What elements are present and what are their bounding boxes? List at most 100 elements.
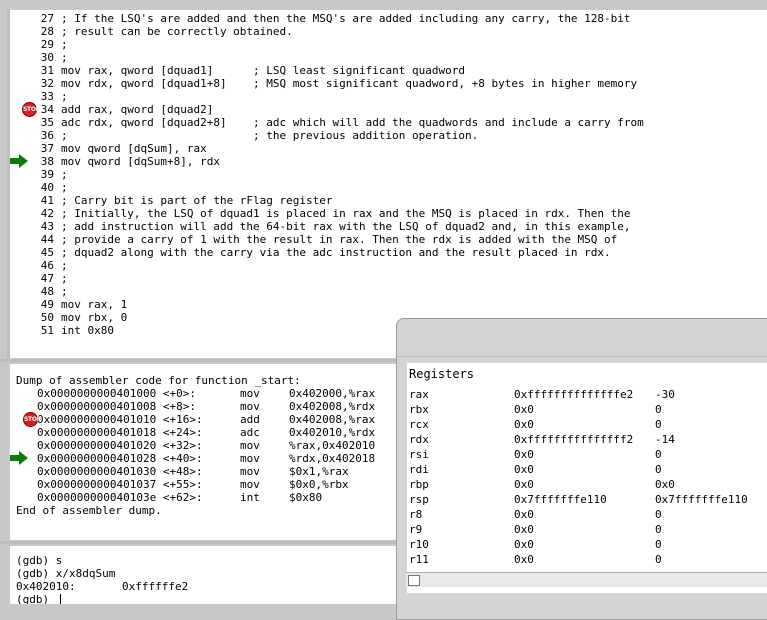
registers-titlebar[interactable] — [397, 319, 767, 357]
disasm-row[interactable]: 0x000000000040103e <+62>: int $0x80 — [10, 491, 396, 504]
disasm-row[interactable]: 0x0000000000401037 <+55>: mov $0x0,%rbx — [10, 478, 396, 491]
disasm-address: 0x0000000000401030 <+48>: — [37, 465, 203, 478]
source-line[interactable]: 42 ; Initially, the LSQ of dquad1 is plac… — [10, 207, 767, 220]
register-value: 0 — [655, 538, 662, 551]
line-number: 47 — [40, 272, 54, 285]
disasm-opcode: mov — [240, 452, 260, 465]
line-number: 49 — [40, 298, 54, 311]
disasm-operands: $0x0,%rbx — [289, 478, 349, 491]
register-row: rdi 0x0 0 — [409, 462, 767, 477]
source-code: ; — [61, 181, 68, 194]
stop-sign-icon[interactable]: STOP — [23, 412, 41, 427]
register-row: rax 0xffffffffffffffe2 -30 — [409, 387, 767, 402]
disasm-operands: %rax,0x402010 — [289, 439, 376, 452]
source-code: ; — [61, 272, 68, 285]
source-code: ; — [61, 259, 68, 272]
source-line[interactable]: 33; — [10, 90, 767, 103]
source-line[interactable]: 37 mov qword [dqSum], rax — [10, 142, 767, 155]
source-code: ; — [61, 38, 68, 51]
disasm-row[interactable]: 0x0000000000401010 <+16>: add 0x402008,%ra… — [10, 413, 396, 426]
disasm-header: Dump of assembler code for function _sta… — [16, 374, 301, 387]
source-line[interactable]: 39; — [10, 168, 767, 181]
source-line[interactable]: 43 ; add instruction will add the 64-bit … — [10, 220, 767, 233]
source-line[interactable]: 34 add rax, qword [dquad2] — [10, 103, 767, 116]
source-code: int 0x80 — [61, 324, 114, 337]
source-line[interactable]: 35 adc rdx, qword [dquad2+8] ; adc which … — [10, 116, 767, 129]
line-number: 51 — [40, 324, 54, 337]
register-hex: 0x0 — [514, 508, 534, 521]
register-name: rdi — [409, 463, 429, 476]
source-line[interactable]: 27 ; If the LSQ's are added and then the … — [10, 12, 767, 25]
source-line[interactable]: 36 ; ; the previous addition operation. — [10, 129, 767, 142]
gdb-console[interactable]: (gdb) s (gdb) x/x8dqSum 0x402010: 0xffffff… — [10, 546, 396, 604]
source-line[interactable]: 30; — [10, 51, 767, 64]
disasm-operands: 0x402010,%rdx — [289, 426, 376, 439]
register-row: rcx 0x0 0 — [409, 417, 767, 432]
source-line[interactable]: 31 mov rax, qword [dquad1] ; LSQ least si… — [10, 64, 767, 77]
source-pane[interactable]: 27 ; If the LSQ's are added and then the … — [10, 10, 767, 358]
disasm-operands: 0x402000,%rax — [289, 387, 376, 400]
source-line[interactable]: 32 mov rdx, qword [dquad1+8] ; MSQ most s… — [10, 77, 767, 90]
console-line: (gdb) — [16, 593, 56, 604]
disasm-row[interactable]: 0x0000000000401020 <+32>: mov %rax,0x40201… — [10, 439, 396, 452]
source-line[interactable]: 28 ; result can be correctly obtained. — [10, 25, 767, 38]
line-number: 33 — [40, 90, 54, 103]
register-row: rbp 0x0 0x0 — [409, 477, 767, 492]
source-line[interactable]: 47; — [10, 272, 767, 285]
disasm-address: 0x0000000000401028 <+40>: — [37, 452, 203, 465]
line-number: 39 — [40, 168, 54, 181]
source-code: ; — [61, 285, 68, 298]
line-number: 46 — [40, 259, 54, 272]
source-line[interactable]: 45 ; dquad2 along with the carry via the … — [10, 246, 767, 259]
source-line[interactable]: 49 mov rax, 1 — [10, 298, 767, 311]
line-number: 45 — [40, 246, 54, 259]
disasm-console-divider[interactable] — [0, 541, 396, 544]
register-hex: 0x7fffffffe110 — [514, 493, 607, 506]
register-hex: 0x0 — [514, 448, 534, 461]
line-number: 27 — [40, 12, 54, 25]
source-code: ; add instruction will add the 64-bit ra… — [61, 220, 631, 233]
source-code: ; provide a carry of 1 with the result i… — [61, 233, 618, 246]
disasm-opcode: mov — [240, 439, 260, 452]
disasm-footer: End of assembler dump. — [16, 504, 162, 517]
disasm-operands: 0x402008,%rdx — [289, 400, 376, 413]
register-name: rax — [409, 388, 429, 401]
source-code: mov qword [dqSum], rax — [61, 142, 207, 155]
source-line[interactable]: 48; — [10, 285, 767, 298]
disasm-opcode: mov — [240, 478, 260, 491]
register-value: -30 — [655, 388, 675, 401]
source-line[interactable]: 40; — [10, 181, 767, 194]
source-line[interactable]: 41 ; Carry bit is part of the rFlag regis… — [10, 194, 767, 207]
disasm-address: 0x0000000000401010 <+16>: — [37, 413, 203, 426]
disasm-operands: $0x1,%rax — [289, 465, 349, 478]
disasm-row[interactable]: 0x0000000000401030 <+48>: mov $0x1,%rax — [10, 465, 396, 478]
disassembly-pane[interactable]: Dump of assembler code for function _sta… — [10, 364, 396, 540]
source-line[interactable]: 46; — [10, 259, 767, 272]
disasm-row[interactable]: 0x0000000000401018 <+24>: adc 0x402010,%rd… — [10, 426, 396, 439]
line-number: 36 — [40, 129, 54, 142]
source-line[interactable]: 29; — [10, 38, 767, 51]
disasm-address: 0x000000000040103e <+62>: — [37, 491, 203, 504]
line-number: 48 — [40, 285, 54, 298]
line-number: 29 — [40, 38, 54, 51]
line-number: 28 — [40, 25, 54, 38]
disasm-rows: 0x0000000000401000 <+0>: mov 0x402000,%rax… — [10, 387, 396, 517]
source-code: mov qword [dqSum+8], rdx — [61, 155, 220, 168]
register-name: rsp — [409, 493, 429, 506]
registers-horizontal-scrollbar[interactable] — [406, 572, 767, 587]
scrollbar-thumb[interactable] — [408, 575, 420, 586]
disasm-address: 0x0000000000401037 <+55>: — [37, 478, 203, 491]
registers-title: Registers — [409, 367, 475, 381]
register-name: r10 — [409, 538, 429, 551]
registers-panel: Registers rax 0xffffffffffffffe2 -30 rbx 0x0… — [407, 363, 767, 593]
source-code: mov rdx, qword [dquad1+8] ; MSQ most sig… — [61, 77, 638, 90]
source-lines: 27 ; If the LSQ's are added and then the … — [10, 10, 767, 358]
register-value: 0 — [655, 463, 662, 476]
disasm-row[interactable]: 0x0000000000401028 <+40>: mov %rdx,0x40201… — [10, 452, 396, 465]
disasm-row[interactable]: 0x0000000000401000 <+0>: mov 0x402000,%rax — [10, 387, 396, 400]
stop-sign-icon[interactable]: STOP — [22, 102, 40, 117]
disasm-row[interactable]: 0x0000000000401008 <+8>: mov 0x402008,%rdx — [10, 400, 396, 413]
source-line[interactable]: 38 mov qword [dqSum+8], rdx — [10, 155, 767, 168]
source-line[interactable]: 44 ; provide a carry of 1 with the result… — [10, 233, 767, 246]
register-name: rbp — [409, 478, 429, 491]
